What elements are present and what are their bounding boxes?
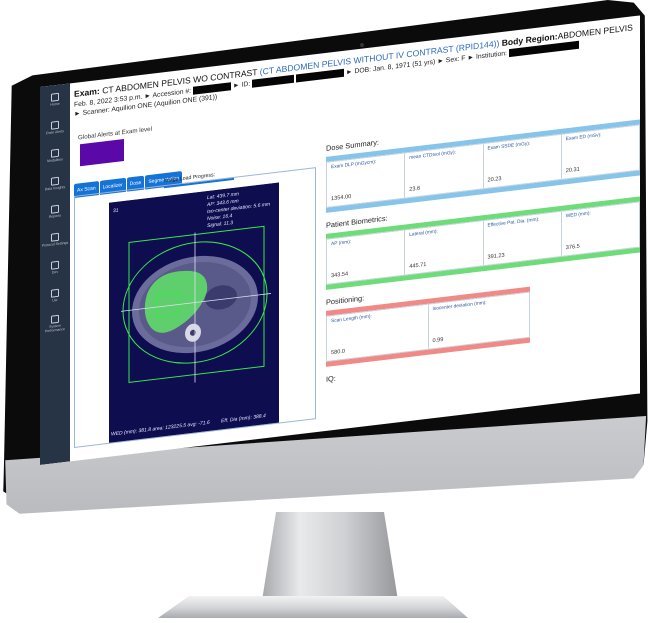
device-icon bbox=[51, 260, 59, 270]
main-content: Exam: CT ABDOMEN PELVIS WO CONTRAST (CT … bbox=[74, 22, 640, 461]
monitor-stand-neck bbox=[261, 512, 399, 607]
card-label: Exam SSDE (mGy): bbox=[487, 141, 531, 152]
sidebar-item-label: Dose Alerts bbox=[46, 128, 64, 135]
card-value: 445.71 bbox=[409, 261, 427, 270]
sidebar-item-label: Protocol Settings bbox=[41, 240, 69, 248]
sidebar-item-protocol-settings[interactable]: Protocol Settings bbox=[40, 223, 70, 255]
report-icon bbox=[51, 204, 59, 214]
dose-card: Exam SSDE (mGy): 20.23 bbox=[483, 134, 562, 189]
monitor: Home Dose Alerts Modalities Data Insight… bbox=[0, 0, 650, 520]
card-label: AP (mm): bbox=[331, 239, 352, 248]
sidebar-item-data-insights[interactable]: Data Insights bbox=[40, 167, 70, 199]
exam-label: Exam: bbox=[74, 85, 100, 99]
alert-badge[interactable] bbox=[80, 138, 124, 167]
sidebar-item-label: Reports bbox=[48, 212, 62, 219]
sidebar-item-label: System Performance bbox=[44, 323, 66, 333]
sidebar-item-label: Home bbox=[50, 101, 60, 107]
card-label: Exam ED (mSv): bbox=[565, 133, 602, 143]
home-icon bbox=[51, 92, 59, 102]
slice-number: 31 bbox=[113, 207, 119, 215]
card-value: 20.31 bbox=[565, 166, 580, 175]
camera-icon bbox=[360, 43, 364, 47]
ct-scan-graphic bbox=[109, 182, 279, 443]
sidebar: Home Dose Alerts Modalities Data Insight… bbox=[40, 83, 70, 465]
sidebar-item-modalities[interactable]: Modalities bbox=[40, 139, 70, 171]
card-value: 391.23 bbox=[487, 252, 505, 261]
sidebar-item-label: Modalities bbox=[47, 156, 63, 163]
sidebar-item-label: Dev bbox=[51, 269, 59, 275]
card-value: 376.5 bbox=[565, 243, 580, 252]
dose-card: mean CTDIvol (mGy): 23.6 bbox=[405, 144, 484, 198]
positioning-section: Positioning: Scan Length (mm): 580.0 Isoc… bbox=[326, 274, 530, 367]
sidebar-item-dose-alerts[interactable]: Dose Alerts bbox=[40, 111, 70, 143]
sidebar-item-label: Usr bbox=[52, 297, 58, 303]
sidebar-item-label: Data Insights bbox=[44, 184, 66, 191]
card-value: 343.54 bbox=[331, 271, 349, 280]
ct-image[interactable]: 31 Lat: 439.7 mm AP: 343.6 mm Iso-center… bbox=[109, 182, 279, 443]
card-value: 1354.00 bbox=[331, 193, 352, 203]
sidebar-item-reports[interactable]: Reports bbox=[40, 195, 70, 227]
dose-card: Exam DLP (mGycm): 1354.00 bbox=[327, 153, 406, 207]
biometrics-card: AP (mm): 343.54 bbox=[327, 230, 406, 284]
grid-icon bbox=[51, 148, 59, 158]
sidebar-item-usr[interactable]: Usr bbox=[40, 279, 70, 311]
id-label: ► ID: bbox=[232, 80, 251, 90]
biometrics-card: WED (mm): 376.5 bbox=[561, 202, 639, 256]
monitor-stand-base bbox=[158, 596, 468, 618]
biometrics-card: Effective Pat. Dia. (mm): 391.23 bbox=[483, 211, 562, 266]
card-label: Effective Pat. Dia. (mm): bbox=[487, 217, 540, 229]
card-value: 0.99 bbox=[432, 336, 444, 345]
alert-icon bbox=[51, 120, 59, 130]
sidebar-item-dev[interactable]: Dev bbox=[40, 251, 70, 283]
chart-icon bbox=[51, 176, 59, 186]
card-value: 23.6 bbox=[409, 185, 421, 193]
image-panel: 31 Lat: 439.7 mm AP: 343.6 mm Iso-center… bbox=[74, 167, 316, 448]
card-value: 580.0 bbox=[331, 348, 345, 357]
performance-icon bbox=[51, 314, 59, 324]
card-value: 20.23 bbox=[487, 175, 502, 184]
sidebar-item-system-performance[interactable]: System Performance bbox=[40, 307, 70, 339]
sidebar-item-home[interactable]: Home bbox=[40, 83, 70, 115]
dose-card: Exam ED (mSv): 20.31 bbox=[561, 125, 639, 179]
screen: Home Dose Alerts Modalities Data Insight… bbox=[40, 15, 640, 465]
card-label: Lateral (mm): bbox=[409, 229, 438, 238]
card-label: WED (mm): bbox=[565, 211, 591, 220]
metrics-column: Dose Summary: Exam DLP (mGycm): 1354.00 m… bbox=[326, 106, 640, 384]
settings-icon bbox=[51, 232, 59, 242]
user-icon bbox=[51, 288, 59, 298]
card-label: Exam DLP (mGycm): bbox=[331, 159, 377, 171]
card-label: mean CTDIvol (mGy): bbox=[409, 150, 456, 161]
biometrics-card: Lateral (mm): 445.71 bbox=[405, 221, 484, 275]
biometrics-cards: AP (mm): 343.54 Lateral (mm): 445.71 Effec… bbox=[326, 201, 640, 285]
